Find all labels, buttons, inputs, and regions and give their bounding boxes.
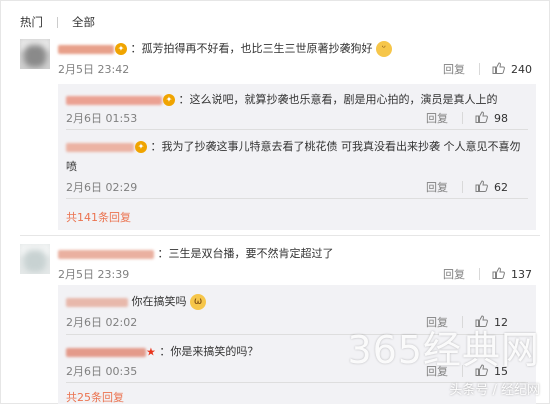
comment-divider (20, 235, 540, 236)
like-count: 137 (511, 267, 532, 281)
username-blurred[interactable] (66, 95, 162, 105)
reply-time: 2月6日 00:35 (66, 365, 138, 378)
like-count: 240 (511, 62, 532, 76)
thumbs-up-icon[interactable] (492, 61, 505, 77)
reply-text: 你在搞笑吗 (131, 295, 187, 308)
reply-divider (66, 198, 528, 199)
reply-line: ✦ ：这么说吧，就算抄袭也乐意看，剧是用心拍的，演员是真人上的 (66, 91, 498, 107)
tab-all[interactable]: 全部 (72, 14, 95, 30)
comment-actions: 回复 137 (443, 266, 532, 282)
vip-badge-icon: ✦ (135, 141, 147, 153)
vip-badge-icon: ✦ (163, 94, 175, 106)
username-blurred[interactable] (58, 249, 154, 259)
thumbs-up-icon[interactable] (475, 110, 488, 126)
comment-actions: 回复 240 (443, 61, 532, 77)
avatar[interactable] (20, 39, 50, 69)
reply-actions: 回复 98 (426, 110, 514, 126)
action-divider (462, 112, 463, 124)
comment-time: 2月5日 23:42 (58, 63, 130, 76)
reply-time: 2月6日 02:29 (66, 181, 138, 194)
username-blurred[interactable] (58, 44, 114, 54)
username-blurred[interactable] (66, 142, 134, 152)
vip-badge-icon: ✦ (115, 43, 127, 55)
comment-item: ✦ ：孤芳拍得再不好看，也比三生三世原著抄袭狗好 ᵕ 2月5日 23:42 回复… (20, 37, 540, 77)
tab-divider (57, 16, 58, 28)
more-replies-link[interactable]: 共141条回复 (66, 209, 131, 225)
comment-text: ：孤芳拍得再不好看，也比三生三世原著抄袭狗好 (130, 42, 373, 55)
reply-text: ：你是来搞笑的吗？ (159, 345, 259, 358)
comment-tabs: 热门 全部 (20, 14, 95, 30)
emoji-icon: ᵕ (376, 41, 392, 57)
reply-line: ★ ：你是来搞笑的吗？ (66, 343, 258, 359)
reply-text-continued: 喷 (66, 160, 77, 173)
reply-line: ✦ ：我为了抄袭这事儿特意去看了桃花债 可我真没看出来抄袭 个人意见不喜勿 (66, 138, 521, 154)
reply-button[interactable]: 回复 (426, 179, 448, 195)
reply-button[interactable]: 回复 (443, 266, 465, 282)
tab-hot[interactable]: 热门 (20, 14, 43, 30)
reply-time: 2月6日 02:02 (66, 316, 138, 329)
action-divider (479, 268, 480, 280)
action-divider (479, 63, 480, 75)
reply-item: ✦ ：这么说吧，就算抄袭也乐意看，剧是用心拍的，演员是真人上的 2月6日 01:… (66, 91, 530, 129)
reply-button[interactable]: 回复 (443, 61, 465, 77)
reply-button[interactable]: 回复 (426, 110, 448, 126)
comment-line: ：三生是双台播，要不然肯定超过了 (58, 245, 334, 261)
source-watermark: 头条号 / 经纪网 (449, 383, 540, 398)
reply-text: ：我为了抄袭这事儿特意去看了桃花债 可我真没看出来抄袭 个人意见不喜勿 (150, 140, 521, 153)
comment-line: ✦ ：孤芳拍得再不好看，也比三生三世原著抄袭狗好 ᵕ (58, 40, 392, 57)
reply-divider (66, 129, 528, 130)
reply-line: 你在搞笑吗 ω (66, 293, 206, 310)
more-replies-link[interactable]: 共25条回复 (66, 389, 124, 405)
comment-time: 2月5日 23:39 (58, 268, 130, 281)
comment-text: ：三生是双台播，要不然肯定超过了 (157, 247, 334, 260)
star-badge-icon: ★ (146, 345, 156, 359)
reply-time: 2月6日 01:53 (66, 112, 138, 125)
reply-actions: 回复 62 (426, 179, 514, 195)
site-watermark: 365经典网 (347, 328, 540, 372)
cat-emoji-icon: ω (190, 294, 206, 310)
thumbs-up-icon[interactable] (492, 266, 505, 282)
username-blurred[interactable] (66, 347, 146, 357)
username-blurred[interactable] (66, 297, 128, 307)
reply-text: ：这么说吧，就算抄袭也乐意看，剧是用心拍的，演员是真人上的 (178, 93, 498, 106)
like-count: 62 (494, 180, 508, 194)
reply-panel: ✦ ：这么说吧，就算抄袭也乐意看，剧是用心拍的，演员是真人上的 2月6日 01:… (58, 84, 536, 230)
thumbs-up-icon[interactable] (475, 179, 488, 195)
comment-item: ：三生是双台播，要不然肯定超过了 2月5日 23:39 回复 137 (20, 242, 540, 282)
avatar[interactable] (20, 244, 50, 274)
like-count: 98 (494, 111, 508, 125)
action-divider (462, 181, 463, 193)
reply-item: ✦ ：我为了抄袭这事儿特意去看了桃花债 可我真没看出来抄袭 个人意见不喜勿 喷 … (66, 136, 530, 196)
